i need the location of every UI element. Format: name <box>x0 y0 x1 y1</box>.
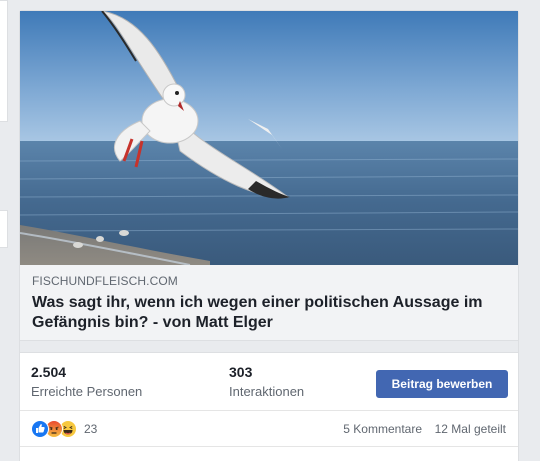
reaction-count[interactable]: 23 <box>84 422 97 436</box>
post-card: FISCHUNDFLEISCH.COM Was sagt ihr, wenn i… <box>19 10 519 461</box>
boost-post-button[interactable]: Beitrag bewerben <box>376 370 508 398</box>
engagement-label: Interaktionen <box>229 384 305 399</box>
link-preview-box[interactable]: FISCHUNDFLEISCH.COM Was sagt ihr, wenn i… <box>20 265 518 341</box>
post-insights: 2.504 Erreichte Personen 303 Interaktion… <box>20 353 518 411</box>
reach-stat[interactable]: 2.504 Erreichte Personen <box>31 364 142 400</box>
page-margin <box>528 0 540 461</box>
neighbor-card-edge <box>0 210 8 248</box>
link-preview-image[interactable] <box>20 11 518 265</box>
link-title[interactable]: Was sagt ihr, wenn ich wegen einer polit… <box>32 293 506 333</box>
reaction-summary[interactable] <box>31 420 87 438</box>
like-icon <box>31 420 49 438</box>
engagement-value: 303 <box>229 364 253 380</box>
engagement-stat[interactable]: 303 Interaktionen <box>229 364 304 400</box>
reactions-bar: 23 5 Kommentare 12 Mal geteilt <box>20 411 518 447</box>
shares-link[interactable]: 12 Mal geteilt <box>435 422 506 436</box>
reach-label: Erreichte Personen <box>31 384 143 399</box>
link-domain: FISCHUNDFLEISCH.COM <box>32 274 178 288</box>
neighbor-card-edge <box>0 0 8 122</box>
section-divider <box>20 341 518 353</box>
reach-value: 2.504 <box>31 364 67 380</box>
comments-link[interactable]: 5 Kommentare <box>343 422 422 436</box>
